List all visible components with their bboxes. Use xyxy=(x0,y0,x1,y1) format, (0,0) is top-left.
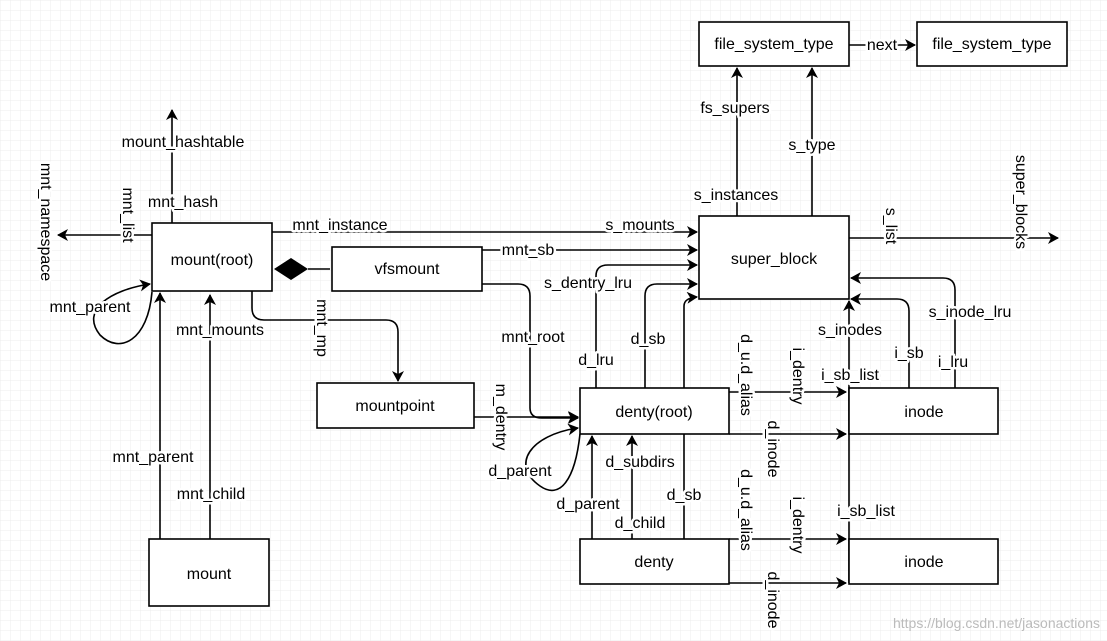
label-s-instances: s_instances xyxy=(694,187,779,204)
label-mnt-sb: mnt_sb xyxy=(502,242,555,259)
node-inode-1[interactable]: inode xyxy=(848,387,999,435)
label-mnt-hash: mnt_hash xyxy=(148,194,218,211)
label-s-list: s_list xyxy=(882,208,899,245)
label-d-sb: d_sb xyxy=(667,487,702,504)
node-super-block[interactable]: super_block xyxy=(698,215,850,300)
label-s-inode-lru: s_inode_lru xyxy=(929,304,1012,321)
label-d-parent-self: d_parent xyxy=(488,463,552,480)
label-mnt-mp: mnt_mp xyxy=(313,299,330,357)
label-d-child: d_child xyxy=(615,515,666,532)
node-mountpoint[interactable]: mountpoint xyxy=(316,382,475,429)
label-i-dentry-1: i_dentry xyxy=(789,348,806,405)
node-label: mount(root) xyxy=(171,252,254,269)
label-mnt-namespace: mnt_namespace xyxy=(37,163,54,281)
label-mnt-instance: mnt_instance xyxy=(292,217,387,234)
node-vfsmount[interactable]: vfsmount xyxy=(331,246,483,292)
node-label: super_block xyxy=(731,251,818,268)
label-i-lru: i_lru xyxy=(938,354,968,371)
label-s-type: s_type xyxy=(788,137,835,154)
label-d-inode-2: d_inode xyxy=(764,572,781,629)
label-mnt-mounts: mnt_mounts xyxy=(176,322,264,339)
node-label: inode xyxy=(904,404,943,421)
label-i-sb-list-1: i_sb_list xyxy=(821,367,879,384)
node-label: file_system_type xyxy=(932,36,1051,53)
diagram-canvas: mount(root) vfsmount mountpoint denty(ro… xyxy=(0,0,1107,641)
label-mnt-parent-self: mnt_parent xyxy=(50,299,131,316)
node-inode-2[interactable]: inode xyxy=(848,538,999,585)
watermark: https://blog.csdn.net/jasonactions xyxy=(893,615,1100,631)
label-s-inodes: s_inodes xyxy=(818,322,882,339)
label-next: next xyxy=(867,37,898,54)
node-label: mount xyxy=(187,566,232,583)
label-fs-supers: fs_supers xyxy=(700,100,769,117)
label-s-dentry-lru: s_dentry_lru xyxy=(544,275,632,292)
label-s-mounts: s_mounts xyxy=(605,217,674,234)
label-mount-hashtable: mount_hashtable xyxy=(122,134,245,151)
node-label: inode xyxy=(904,554,943,571)
label-d-parent: d_parent xyxy=(556,496,620,513)
label-mnt-child: mnt_child xyxy=(177,486,245,503)
label-d-sb-root: d_sb xyxy=(631,331,666,348)
node-denty-root[interactable]: denty(root) xyxy=(579,387,730,435)
label-d-lru: d_lru xyxy=(578,352,614,369)
label-super-blocks: super_blocks xyxy=(1012,155,1029,249)
node-label: mountpoint xyxy=(355,398,435,415)
node-label: denty(root) xyxy=(615,404,692,421)
label-d-subdirs: d_subdirs xyxy=(605,454,674,471)
label-mnt-parent: mnt_parent xyxy=(113,449,194,466)
label-d-inode-1: d_inode xyxy=(764,421,781,478)
label-i-sb-list-2: i_sb_list xyxy=(837,503,895,520)
node-file-system-type-2[interactable]: file_system_type xyxy=(916,21,1068,67)
label-i-sb: i_sb xyxy=(894,345,923,362)
node-label: vfsmount xyxy=(375,261,440,278)
node-mount-root[interactable]: mount(root) xyxy=(151,222,273,292)
node-mount[interactable]: mount xyxy=(148,538,270,607)
node-denty[interactable]: denty xyxy=(579,538,730,585)
label-d-u-d-alias-1: d_u.d_alias xyxy=(737,334,754,416)
label-d-u-d-alias-2: d_u.d_alias xyxy=(737,469,754,551)
node-label: file_system_type xyxy=(714,36,833,53)
label-mnt-root: mnt_root xyxy=(501,329,565,346)
label-mnt-list: mnt_list xyxy=(119,187,136,243)
label-m-dentry: m_dentry xyxy=(492,384,509,451)
node-file-system-type-1[interactable]: file_system_type xyxy=(698,21,850,67)
label-i-dentry-2: i_dentry xyxy=(789,497,806,554)
node-label: denty xyxy=(634,554,673,571)
